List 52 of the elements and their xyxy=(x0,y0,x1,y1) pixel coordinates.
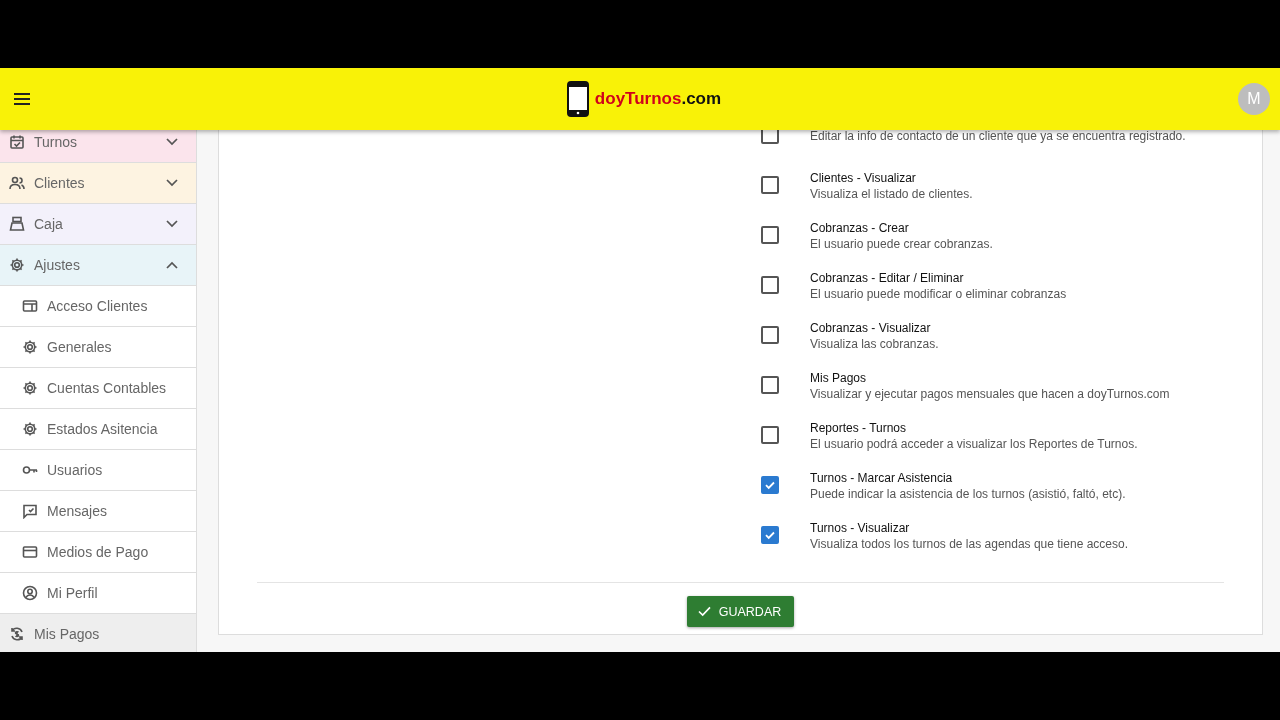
checkbox[interactable] xyxy=(761,526,779,544)
menu-icon[interactable] xyxy=(14,93,30,105)
chevron-down-icon xyxy=(166,220,178,228)
permission-name: Cobranzas - Crear xyxy=(810,220,910,236)
refresh-money-icon xyxy=(9,626,25,642)
permission-description: Visualizar y ejecutar pagos mensuales que hacen a doyTurnos.com xyxy=(810,386,1170,402)
settings-icon xyxy=(22,421,38,437)
chevron-down-icon xyxy=(166,179,178,187)
checkbox[interactable] xyxy=(761,426,779,444)
sidebar-item[interactable]: Mis Pagos xyxy=(0,614,196,652)
check-icon xyxy=(697,606,711,617)
permission-description: Editar la info de contacto de un cliente que ya se encuentra registrado. xyxy=(810,130,1186,144)
checkbox[interactable] xyxy=(761,326,779,344)
sidebar-item[interactable]: Turnos xyxy=(0,130,196,163)
chevron-down-icon xyxy=(166,138,178,146)
chevron-up-icon xyxy=(166,261,178,269)
permission-description: El usuario podrá acceder a visualizar los Reportes de Turnos. xyxy=(810,436,1138,452)
phone-icon xyxy=(566,81,589,117)
checkbox[interactable] xyxy=(761,476,779,494)
checkbox[interactable] xyxy=(761,130,779,144)
permission-description: El usuario puede modificar o eliminar cobranzas xyxy=(810,286,1067,302)
credit-card-icon xyxy=(22,544,38,560)
settings-icon xyxy=(9,257,25,273)
permission-name: Mis Pagos xyxy=(810,370,868,386)
permission-name: Reportes - Turnos xyxy=(810,420,908,436)
checkbox[interactable] xyxy=(761,376,779,394)
checkbox[interactable] xyxy=(761,176,779,194)
permission-name: Cobranzas - Editar / Eliminar xyxy=(810,270,965,286)
permission-name: Turnos - Visualizar xyxy=(810,520,911,536)
permission-description: Visualiza todos los turnos de las agendas que tiene acceso. xyxy=(810,536,1128,552)
permission-description: Puede indicar la asistencia de los turnos (asistió, faltó, etc). xyxy=(810,486,1126,502)
permission-description: Visualiza el listado de clientes. xyxy=(810,186,973,202)
message-icon xyxy=(22,503,38,519)
settings-icon xyxy=(22,339,38,355)
calendar-icon xyxy=(9,134,25,150)
checkbox[interactable] xyxy=(761,276,779,294)
register-icon xyxy=(9,216,25,232)
sidebar-item[interactable]: Caja xyxy=(0,204,196,245)
people-icon xyxy=(9,175,25,191)
permission-name: Clientes - Visualizar xyxy=(810,170,917,186)
permission-description: El usuario puede crear cobranzas. xyxy=(810,236,993,252)
user-circle-icon xyxy=(22,585,38,601)
permission-description: Visualiza las cobranzas. xyxy=(810,336,939,352)
permission-name: Cobranzas - Visualizar xyxy=(810,320,932,336)
card-icon xyxy=(22,298,38,314)
settings-icon xyxy=(22,380,38,396)
permission-name: Turnos - Marcar Asistencia xyxy=(810,470,954,486)
sidebar-item[interactable]: Ajustes xyxy=(0,245,196,286)
checkbox[interactable] xyxy=(761,226,779,244)
save-button[interactable]: GUARDAR xyxy=(686,596,795,627)
logo-text[interactable]: doyTurnos.com xyxy=(594,89,722,109)
sidebar-item[interactable]: Clientes xyxy=(0,163,196,204)
